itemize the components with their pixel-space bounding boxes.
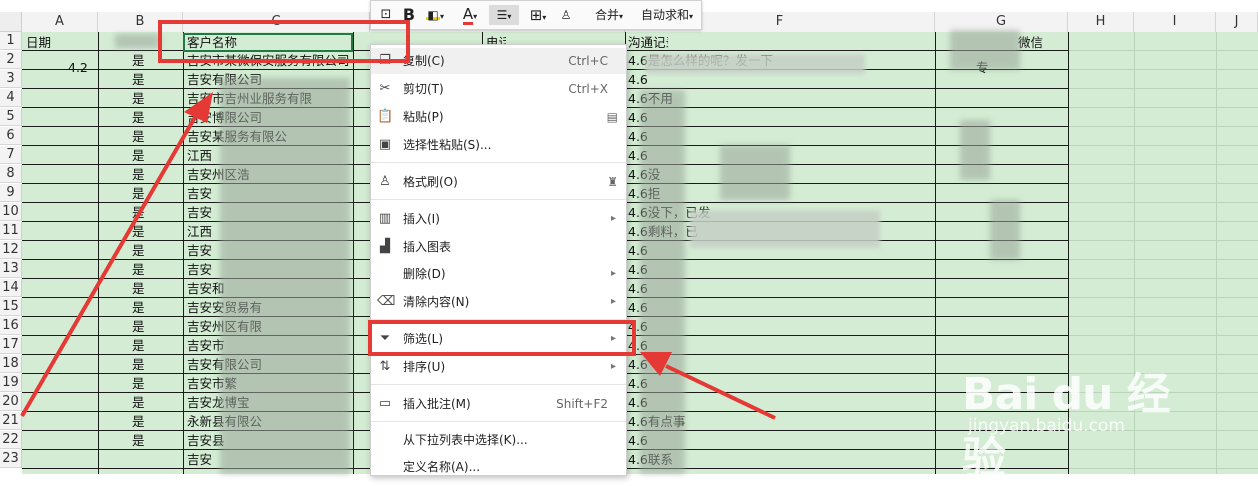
annotation-arrow-head (184, 92, 213, 123)
baidu-watermark: Bai du 经验 jingyan.baidu.com (962, 358, 1182, 484)
annotation-arrow-line (665, 364, 776, 420)
watermark-url: jingyan.baidu.com (968, 416, 1125, 436)
annotation-arrow-head (640, 352, 672, 376)
annotation-arrow-line (20, 110, 200, 418)
